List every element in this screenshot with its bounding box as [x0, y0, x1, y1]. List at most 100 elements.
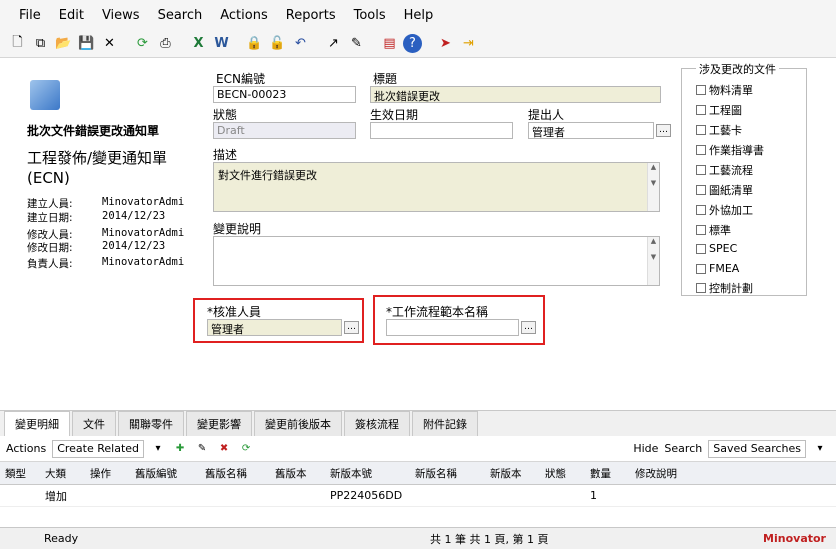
column-header[interactable]: 修改說明: [630, 466, 720, 481]
edit-item-icon[interactable]: ✎: [194, 441, 210, 457]
tab-change-impact[interactable]: 變更影響: [186, 411, 252, 436]
tab-version-compare[interactable]: 變更前後版本: [254, 411, 342, 436]
effective-date-field[interactable]: [370, 122, 513, 139]
tab-related-parts[interactable]: 關聯零件: [118, 411, 184, 436]
status-pagination: 共 1 筆 共 1 頁, 第 1 頁: [430, 532, 549, 546]
column-header[interactable]: 新版名稱: [410, 466, 485, 481]
affected-doc-checkbox[interactable]: 標準: [696, 222, 731, 238]
column-header[interactable]: 舊版編號: [130, 466, 200, 481]
affected-doc-checkbox[interactable]: 圖紙清單: [696, 182, 753, 198]
hide-button[interactable]: Hide: [633, 442, 658, 455]
affected-doc-checkbox[interactable]: 工程圖: [696, 102, 742, 118]
chevron-down-icon[interactable]: ▾: [150, 441, 166, 457]
undo-icon[interactable]: ↶: [291, 34, 310, 53]
column-header[interactable]: 舊版本: [270, 466, 325, 481]
unlock-icon[interactable]: 🔓: [268, 34, 287, 53]
table-row[interactable]: 增加 PP224056DD 1: [0, 485, 836, 507]
menu-views[interactable]: Views: [93, 8, 149, 23]
menu-file[interactable]: File: [10, 8, 50, 23]
checkbox-box[interactable]: [696, 263, 706, 274]
menu-search[interactable]: Search: [149, 8, 212, 23]
checkbox-box[interactable]: [696, 283, 706, 293]
column-header[interactable]: 新版本: [485, 466, 540, 481]
affected-doc-checkbox[interactable]: 工藝卡: [696, 122, 742, 138]
info-value: 2014/12/23: [102, 210, 166, 222]
column-header[interactable]: 操作: [85, 466, 130, 481]
proposer-lookup-button[interactable]: …: [656, 124, 671, 137]
description-textarea[interactable]: 對文件進行錯誤更改 ▲ ▼: [213, 162, 660, 212]
proposer-field[interactable]: 管理者: [528, 122, 654, 139]
exit-icon[interactable]: ⇥: [459, 34, 478, 53]
tab-signoff-workflow[interactable]: 簽核流程: [344, 411, 410, 436]
saved-searches-chevron-icon[interactable]: ▾: [812, 441, 828, 457]
column-header[interactable]: 新版本號: [325, 466, 410, 481]
open-icon[interactable]: 📂: [54, 34, 73, 53]
form-subtitle-line1: 工程發佈/變更通知單: [27, 149, 168, 167]
affected-doc-checkbox[interactable]: 物料清單: [696, 82, 753, 98]
print-icon[interactable]: ⎙: [156, 34, 175, 53]
column-header[interactable]: 舊版名稱: [200, 466, 270, 481]
reviewer-label: *核准人員: [207, 305, 262, 319]
menu-bar: File Edit Views Search Actions Reports T…: [0, 0, 836, 30]
checkbox-box[interactable]: [696, 125, 706, 135]
actions-select[interactable]: Create Related: [52, 439, 145, 458]
column-header[interactable]: 狀態: [540, 466, 585, 481]
workflow-lookup-button[interactable]: …: [521, 321, 536, 334]
tab-change-details[interactable]: 變更明細: [4, 411, 70, 436]
reason-scrollbar[interactable]: ▲ ▼: [647, 237, 659, 285]
menu-edit[interactable]: Edit: [50, 8, 93, 23]
description-scrollbar[interactable]: ▲ ▼: [647, 163, 659, 211]
affected-doc-checkbox[interactable]: FMEA: [696, 262, 739, 275]
copy-icon[interactable]: ⧉: [31, 34, 50, 53]
checkbox-box[interactable]: [696, 105, 706, 115]
ecn-number-label: ECN編號: [216, 72, 265, 86]
report-icon[interactable]: ▤: [380, 34, 399, 53]
workflow-field[interactable]: [386, 319, 519, 336]
menu-help[interactable]: Help: [395, 8, 443, 23]
help-icon[interactable]: ?: [403, 34, 422, 53]
column-header[interactable]: 數量: [585, 466, 630, 481]
affected-doc-checkbox[interactable]: 作業指導書: [696, 142, 764, 158]
new-icon[interactable]: 🗋: [8, 34, 27, 53]
refresh-icon[interactable]: ⟳: [133, 34, 152, 53]
affected-doc-checkbox[interactable]: 工藝流程: [696, 162, 753, 178]
affected-doc-label: FMEA: [709, 262, 740, 275]
approve-icon[interactable]: ✎: [347, 34, 366, 53]
form-subtitle: 工程發佈/變更通知單 (ECN): [27, 148, 167, 188]
checkbox-box[interactable]: [696, 165, 706, 175]
info-key: 建立人員:: [27, 198, 73, 210]
column-header[interactable]: 類型: [0, 466, 40, 481]
tab-attachments[interactable]: 附件記錄: [412, 411, 478, 436]
tab-documents[interactable]: 文件: [72, 411, 116, 436]
ecn-number-field[interactable]: BECN-00023: [213, 86, 356, 103]
title-field[interactable]: 批次錯誤更改: [370, 86, 661, 103]
affected-doc-checkbox[interactable]: 控制計劃: [696, 280, 753, 296]
checkbox-box[interactable]: [696, 205, 706, 215]
word-icon[interactable]: W: [212, 34, 231, 53]
saved-searches-select[interactable]: Saved Searches: [708, 439, 806, 458]
reviewer-field[interactable]: 管理者: [207, 319, 342, 336]
save-icon[interactable]: 💾: [77, 34, 96, 53]
lock-icon[interactable]: 🔒: [245, 34, 264, 53]
reason-textarea[interactable]: ▲ ▼: [213, 236, 660, 286]
checkbox-box[interactable]: [696, 243, 706, 254]
delete-item-icon[interactable]: ✖: [216, 441, 232, 457]
checkbox-box[interactable]: [696, 225, 706, 235]
refresh-grid-icon[interactable]: ⟳: [238, 441, 254, 457]
checkbox-box[interactable]: [696, 185, 706, 195]
affected-doc-checkbox[interactable]: SPEC: [696, 242, 737, 255]
column-header[interactable]: 大類: [40, 466, 85, 481]
route-icon[interactable]: ↗: [324, 34, 343, 53]
menu-tools[interactable]: Tools: [345, 8, 395, 23]
reviewer-lookup-button[interactable]: …: [344, 321, 359, 334]
close-icon[interactable]: ✕: [100, 34, 119, 53]
menu-reports[interactable]: Reports: [277, 8, 345, 23]
search-button[interactable]: Search: [664, 442, 702, 455]
affected-doc-checkbox[interactable]: 外協加工: [696, 202, 753, 218]
menu-actions[interactable]: Actions: [211, 8, 277, 23]
excel-icon[interactable]: X: [189, 34, 208, 53]
checkbox-box[interactable]: [696, 85, 706, 95]
checkbox-box[interactable]: [696, 145, 706, 155]
add-item-icon[interactable]: ✚: [172, 441, 188, 457]
send-icon[interactable]: ➤: [436, 34, 455, 53]
